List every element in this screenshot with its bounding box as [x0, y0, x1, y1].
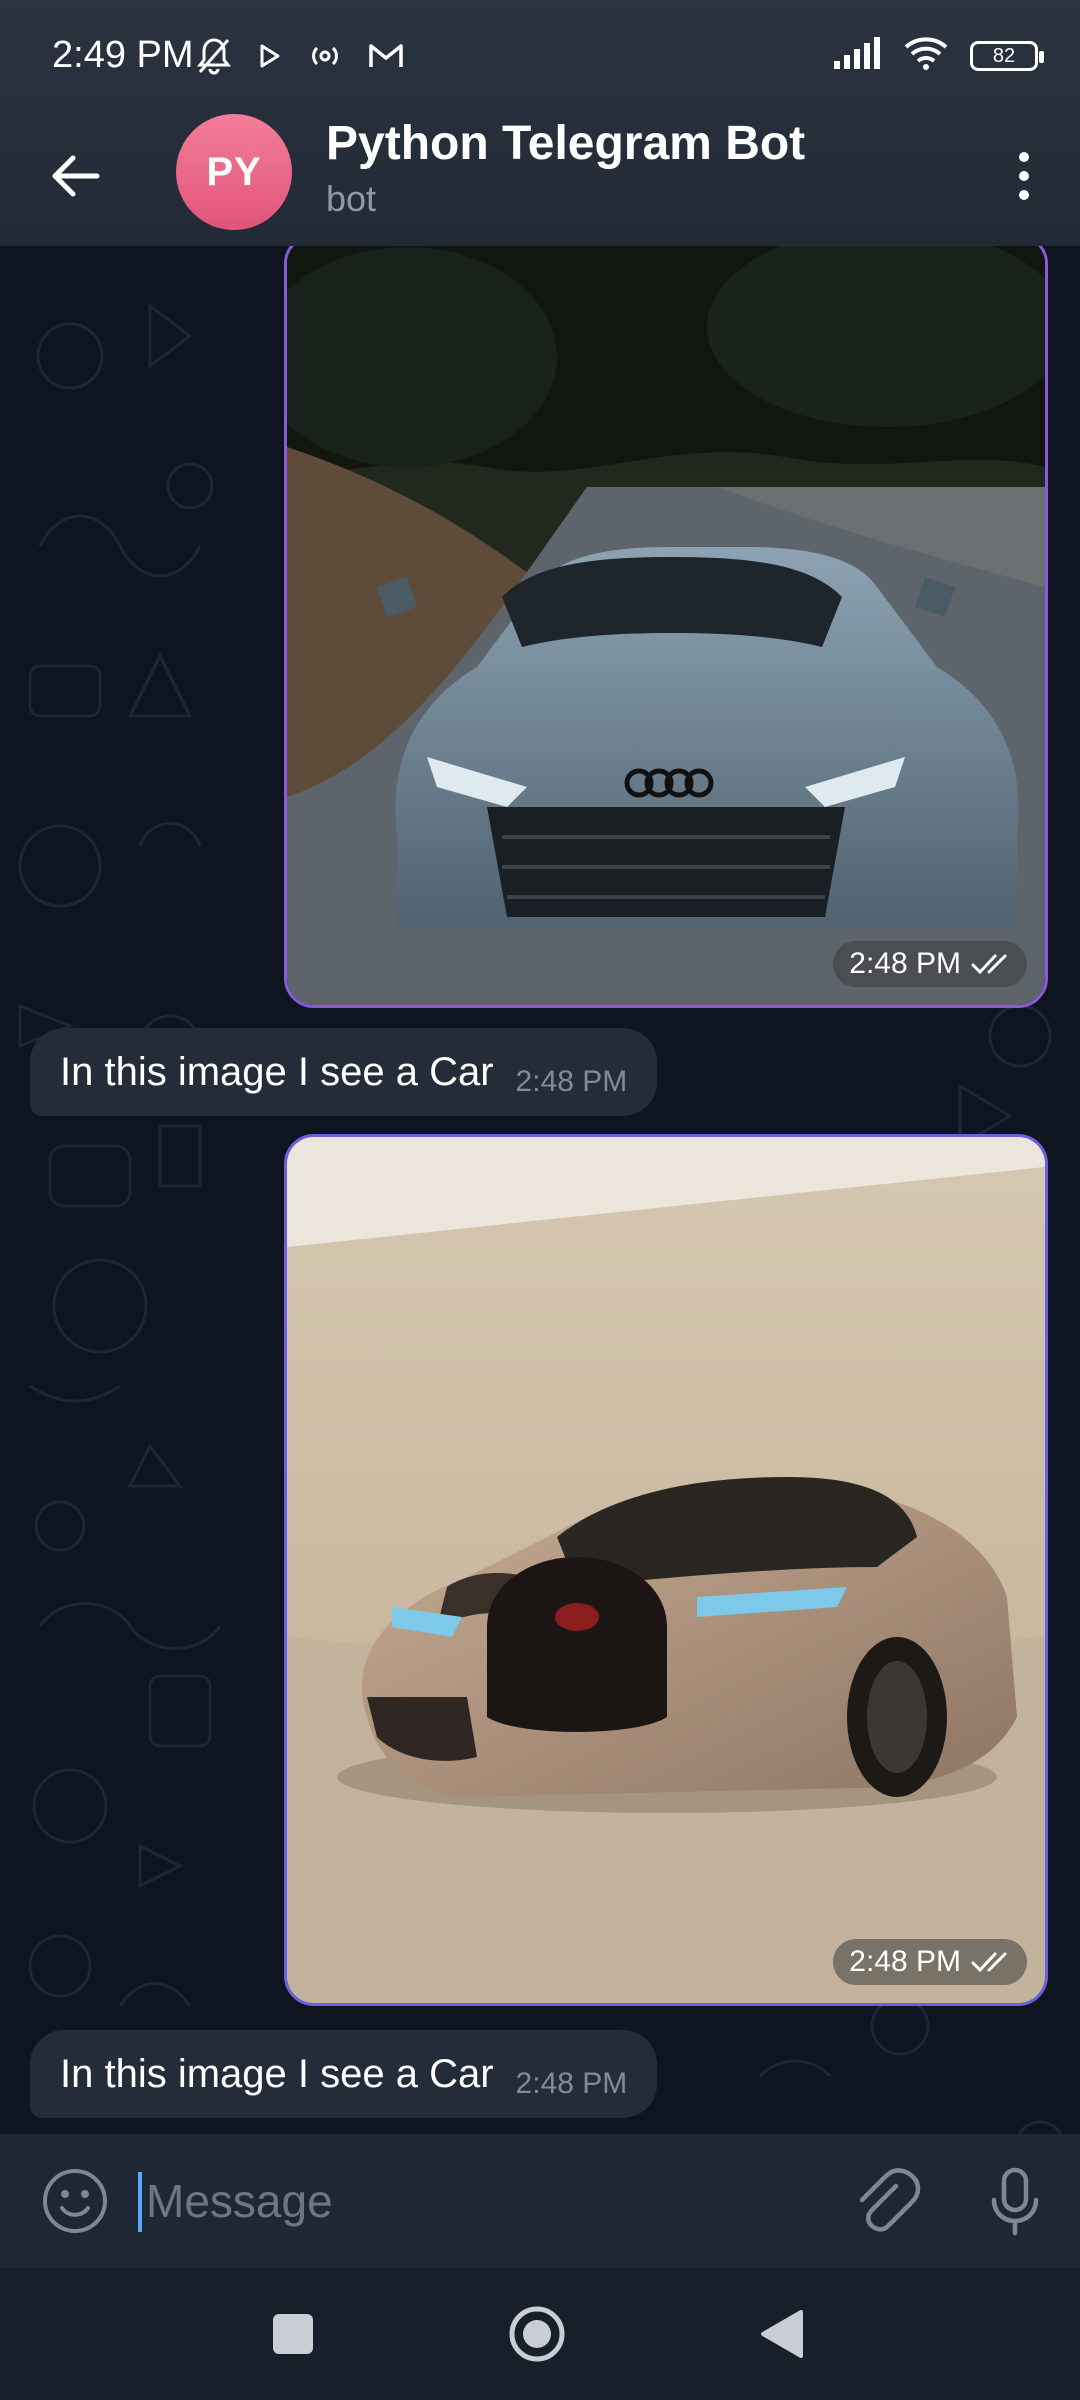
system-nav-bar — [0, 2268, 1080, 2400]
circle-icon — [509, 2306, 565, 2362]
square-icon — [273, 2314, 313, 2354]
photo-timestamp: 2:48 PM — [833, 1939, 1027, 1985]
car-photo[interactable] — [287, 246, 1045, 1005]
message-text: In this image I see a Car — [60, 2051, 494, 2096]
attach-button[interactable] — [848, 2164, 922, 2238]
paperclip-icon — [859, 2168, 921, 2232]
microphone-icon — [991, 2167, 1039, 2236]
bot-message[interactable]: In this image I see a Car 2:48 PM — [30, 1028, 658, 1116]
chat-header: PY Python Telegram Bot bot — [0, 112, 1080, 246]
bot-message[interactable]: In this image I see a Car 2:48 PM — [30, 2030, 658, 2118]
wifi-icon — [904, 36, 948, 75]
chat-title[interactable]: Python Telegram Bot — [326, 116, 805, 171]
message-composer — [0, 2134, 1080, 2268]
double-check-icon — [971, 1952, 1007, 1973]
photo-message[interactable]: 2:48 PM — [284, 246, 1048, 1008]
triangle-back-icon — [761, 2310, 803, 2358]
status-icons-left — [196, 36, 404, 81]
back-button[interactable] — [40, 140, 112, 212]
more-dots-icon — [1019, 152, 1029, 162]
gmail-icon — [368, 42, 404, 75]
photo-timestamp: 2:48 PM — [833, 941, 1027, 987]
chat-subtitle: bot — [326, 178, 377, 219]
recents-button[interactable] — [258, 2302, 328, 2366]
smiley-icon — [43, 2169, 107, 2233]
status-icons-right: 82 — [832, 36, 1044, 75]
battery-icon: 82 — [970, 40, 1044, 71]
chat-area[interactable]: 2:48 PM In this image I see a Car 2:48 P… — [0, 246, 1080, 2134]
photo-time: 2:48 PM — [849, 1945, 961, 1978]
status-bar: 2:49 PM 82 — [0, 0, 1080, 112]
text-cursor — [138, 2172, 142, 2232]
back-nav-button[interactable] — [746, 2302, 816, 2366]
message-time: 2:48 PM — [515, 2067, 628, 2100]
photo-time: 2:48 PM — [849, 947, 961, 980]
avatar[interactable]: PY — [176, 114, 292, 230]
double-check-icon — [971, 954, 1007, 975]
message-time: 2:48 PM — [515, 1065, 628, 1098]
car-photo[interactable] — [287, 1137, 1045, 2003]
mute-bell-icon — [196, 36, 232, 81]
home-button[interactable] — [502, 2302, 572, 2366]
voice-button[interactable] — [978, 2164, 1052, 2238]
photo-message[interactable]: 2:48 PM — [284, 1134, 1048, 2006]
message-input[interactable] — [146, 2164, 806, 2238]
status-time: 2:49 PM — [52, 34, 194, 76]
message-text: In this image I see a Car — [60, 1049, 494, 1094]
radio-icon — [308, 41, 342, 76]
arrow-left-icon — [52, 155, 100, 197]
more-options-button[interactable] — [992, 136, 1056, 216]
play-icon — [258, 42, 282, 75]
emoji-button[interactable] — [40, 2166, 110, 2236]
top-bar: 2:49 PM 82 PY Python Telegram Bot bot — [0, 0, 1080, 246]
signal-icon — [832, 37, 882, 74]
